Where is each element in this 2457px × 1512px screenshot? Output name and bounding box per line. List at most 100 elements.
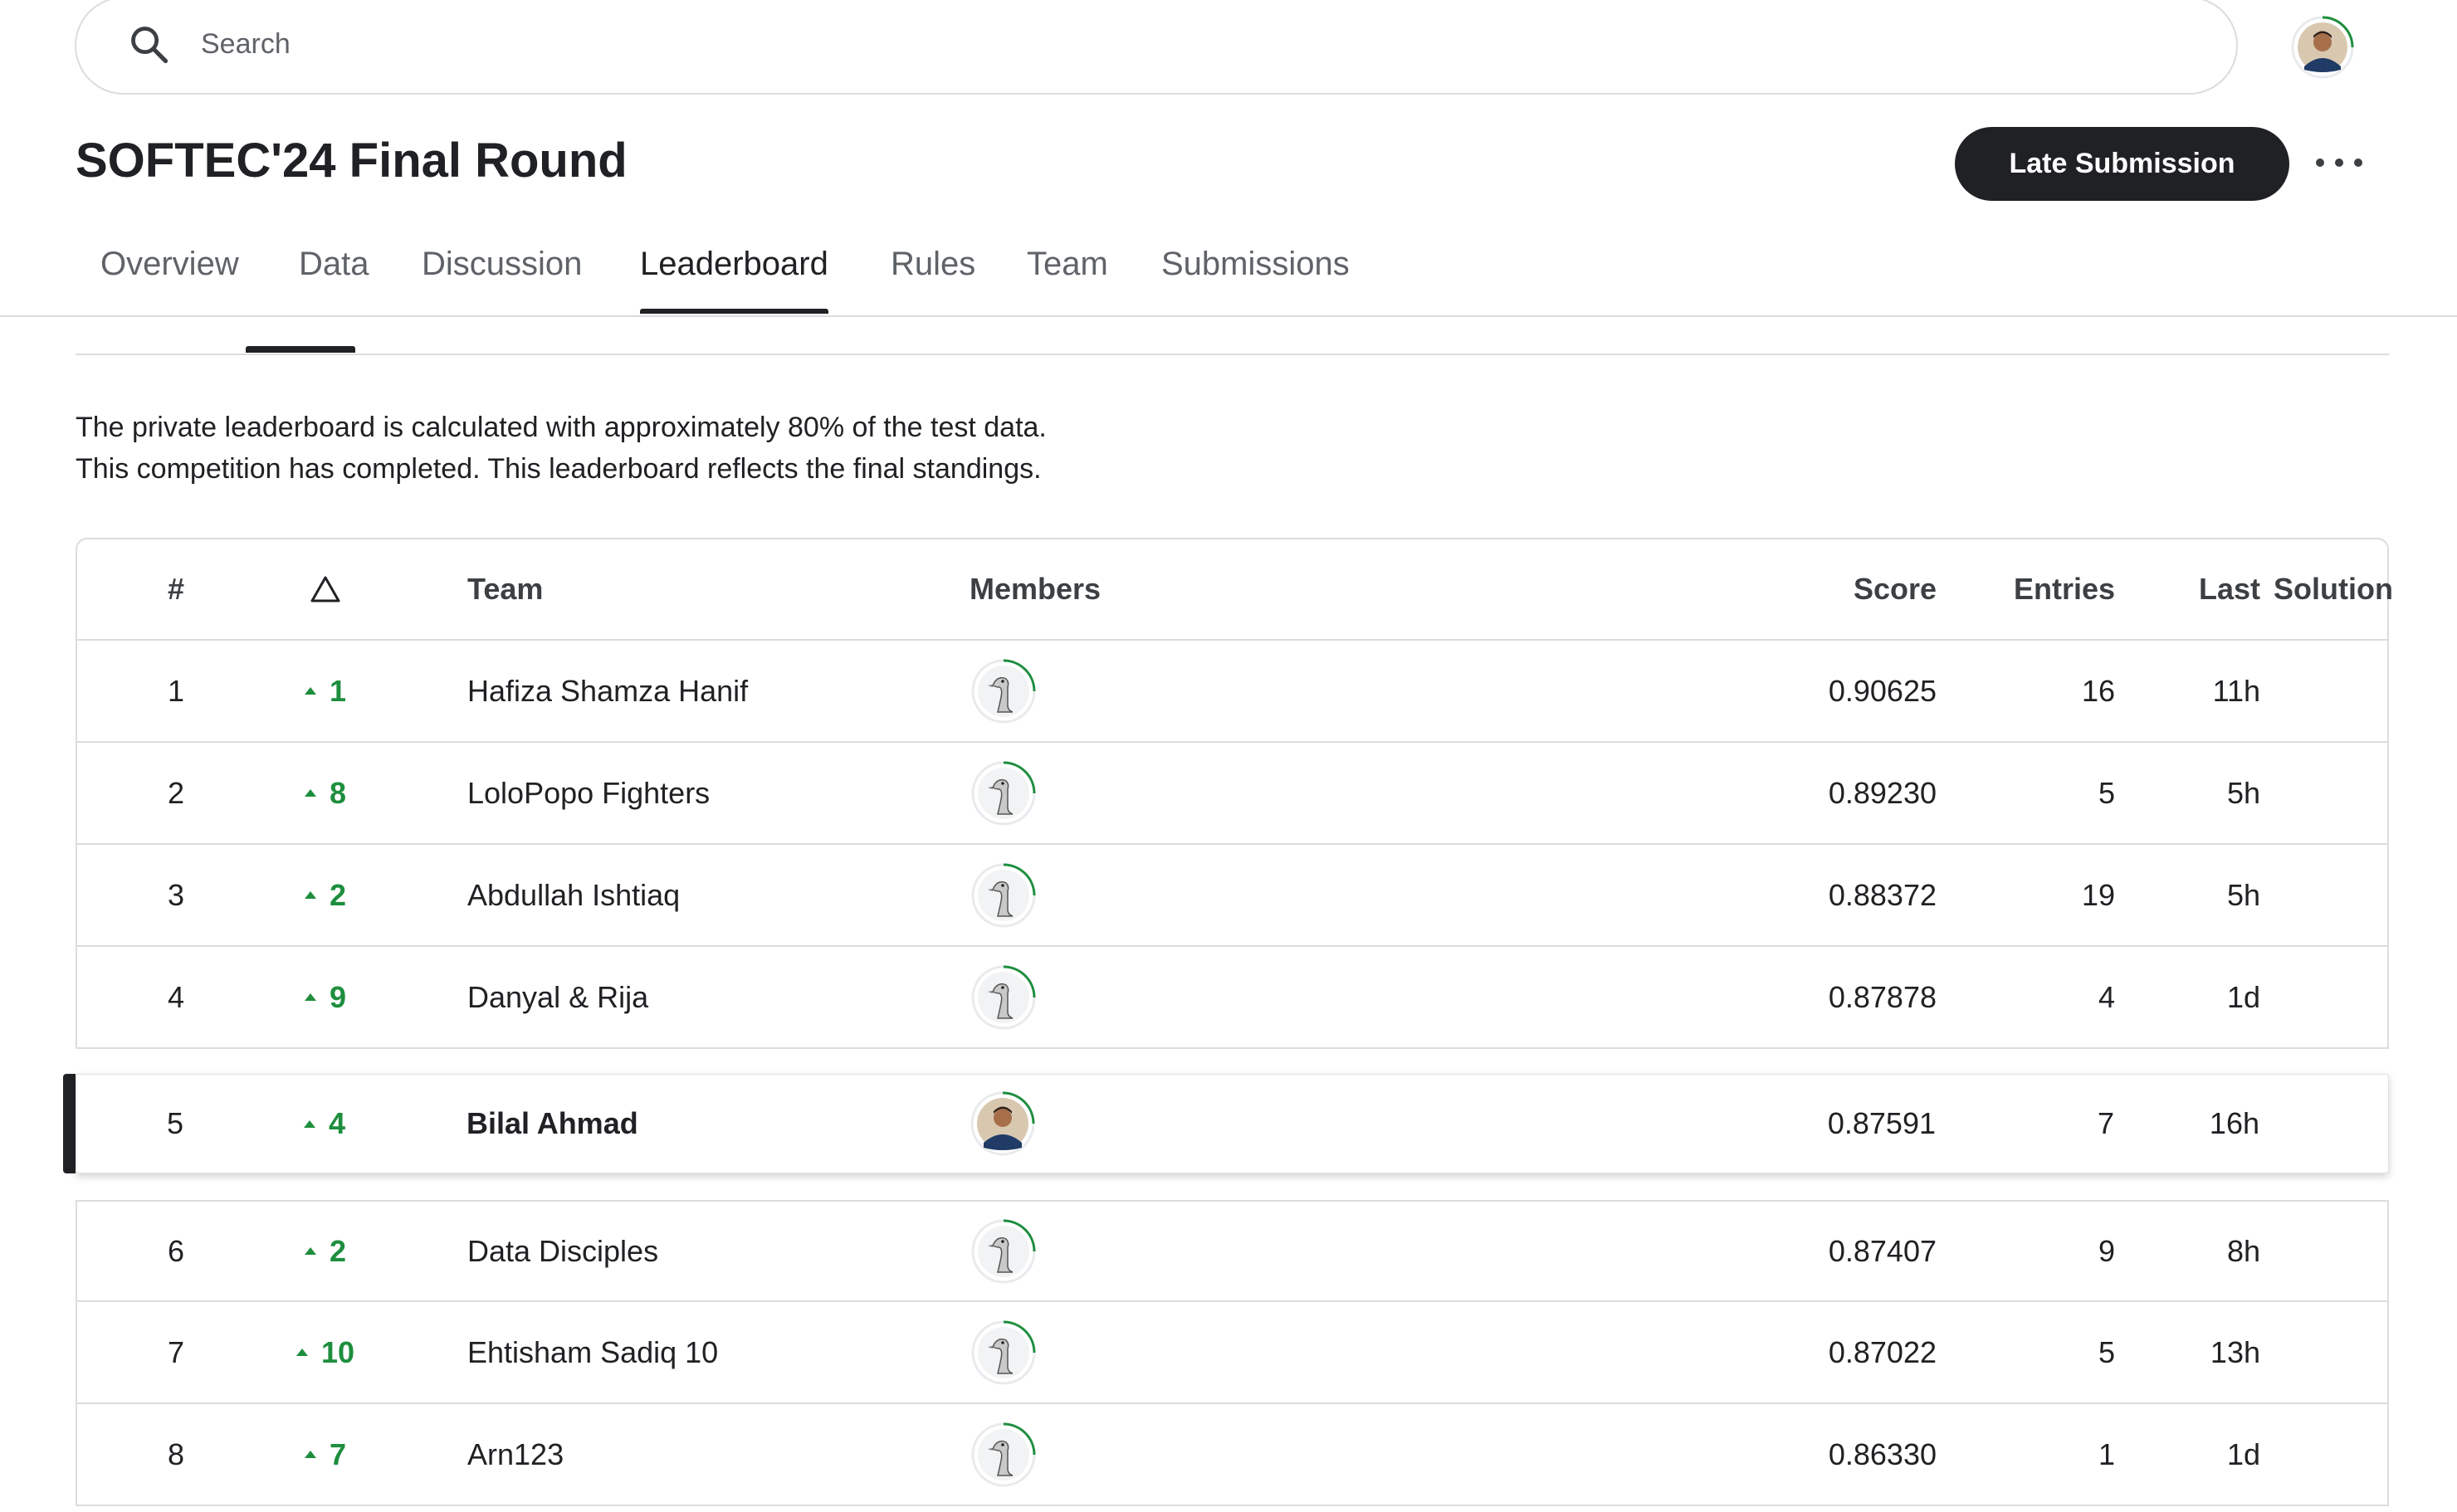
row-rank: 2 — [167, 775, 185, 810]
row-score: 0.88372 — [1828, 877, 1937, 912]
tab-leaderboard[interactable]: Leaderboard — [640, 241, 828, 314]
triangle-up-icon — [304, 891, 316, 899]
row-delta: 4 — [250, 1075, 399, 1173]
tab-overview[interactable]: Overview — [100, 241, 239, 314]
row-delta-value: 2 — [329, 1233, 347, 1268]
triangle-up-icon — [304, 1451, 316, 1458]
row-members — [970, 641, 1038, 741]
tab-data[interactable]: Data — [299, 241, 369, 314]
row-delta-value: 8 — [329, 775, 347, 810]
member-avatar[interactable] — [970, 1319, 1038, 1387]
member-avatar[interactable] — [970, 861, 1038, 929]
more-options-icon[interactable] — [2316, 146, 2362, 179]
row-team-name[interactable]: Hafiza Shamza Hanif — [467, 641, 748, 741]
row-members — [969, 1075, 1037, 1173]
triangle-up-icon — [303, 1119, 315, 1128]
row-solution — [2227, 845, 2393, 945]
search-bar[interactable]: Search — [75, 0, 2238, 95]
row-entries: 5 — [2098, 1334, 2115, 1369]
row-members — [970, 743, 1038, 843]
row-score: 0.89230 — [1828, 775, 1937, 810]
info-line-private: The private leaderboard is calculated wi… — [76, 412, 1047, 443]
search-icon — [131, 27, 169, 64]
table-row[interactable]: 3 2 Abdullah Ishtiaq 0.88372 19 5h — [76, 845, 2389, 947]
user-avatar[interactable] — [2290, 15, 2355, 80]
header-rank[interactable]: # — [118, 539, 234, 639]
member-avatar[interactable] — [970, 1217, 1038, 1285]
table-row[interactable]: 4 9 Danyal & Rija 0.87878 4 1d — [76, 947, 2389, 1049]
member-avatar[interactable] — [970, 963, 1038, 1032]
row-delta: 9 — [251, 947, 400, 1047]
triangle-up-icon — [304, 789, 316, 797]
row-score: 0.87407 — [1828, 1233, 1937, 1268]
triangle-up-icon — [296, 1349, 308, 1356]
current-user-indicator — [63, 1074, 76, 1173]
row-solution — [2227, 641, 2393, 741]
row-entries: 5 — [2098, 775, 2115, 810]
leaderboard-info: The private leaderboard is calculated wi… — [76, 407, 1047, 490]
row-rank: 4 — [167, 979, 185, 1014]
table-row[interactable]: 6 2 Data Disciples 0.87407 9 8h — [76, 1200, 2389, 1302]
row-entries: 4 — [2098, 979, 2115, 1014]
info-line-completed: This competition has completed. This lea… — [76, 453, 1042, 485]
row-team-name[interactable]: Abdullah Ishtiaq — [467, 845, 680, 945]
row-rank: 3 — [167, 877, 185, 912]
row-members — [970, 1302, 1038, 1402]
table-row[interactable]: 2 8 LoloPopo Fighters 0.89230 5 5h — [76, 743, 2389, 845]
header-solution: Solution — [2274, 572, 2393, 606]
row-team-name[interactable]: Danyal & Rija — [467, 947, 648, 1047]
table-row-current-user[interactable]: 5 4 Bilal Ahmad 0.87591 7 16h — [76, 1074, 2389, 1173]
delta-triangle-icon — [310, 576, 340, 602]
table-header: # Team Members Score Entries Last Soluti… — [76, 538, 2393, 641]
row-team-name[interactable]: Bilal Ahmad — [466, 1075, 638, 1173]
triangle-up-icon — [304, 1247, 316, 1255]
row-team-name[interactable]: Arn123 — [467, 1404, 564, 1505]
row-rank: 1 — [167, 673, 185, 708]
subtab-divider — [76, 354, 2389, 355]
row-delta-value: 2 — [329, 877, 347, 912]
row-rank: 7 — [167, 1334, 185, 1369]
triangle-up-icon — [304, 687, 316, 695]
row-entries: 19 — [2081, 877, 2115, 912]
triangle-up-icon — [304, 993, 316, 1001]
header-delta[interactable] — [251, 539, 400, 639]
row-rank: 8 — [167, 1436, 185, 1471]
member-avatar[interactable] — [970, 759, 1038, 827]
late-submission-button[interactable]: Late Submission — [1955, 127, 2289, 201]
row-members — [970, 1404, 1038, 1505]
table-row[interactable]: 7 10 Ehtisham Sadiq 10 0.87022 5 13h — [76, 1302, 2389, 1404]
row-team-name[interactable]: Ehtisham Sadiq 10 — [467, 1302, 718, 1402]
tab-team[interactable]: Team — [1027, 241, 1108, 314]
header-members: Members — [970, 572, 1101, 606]
tab-submissions[interactable]: Submissions — [1161, 241, 1350, 314]
row-delta-value: 10 — [320, 1334, 355, 1369]
member-avatar[interactable] — [969, 1090, 1037, 1158]
row-solution — [2227, 1404, 2393, 1505]
header-team[interactable]: Team — [467, 539, 543, 639]
row-members — [970, 947, 1038, 1047]
row-score: 0.90625 — [1828, 673, 1937, 708]
header-entries[interactable]: Entries — [1970, 539, 2115, 639]
row-score: 0.86330 — [1828, 1436, 1937, 1471]
row-team-name[interactable]: LoloPopo Fighters — [467, 743, 710, 843]
row-team-name[interactable]: Data Disciples — [467, 1202, 658, 1300]
member-avatar[interactable] — [970, 1421, 1038, 1489]
row-score: 0.87878 — [1828, 979, 1937, 1014]
row-delta: 1 — [251, 641, 400, 741]
table-row[interactable]: 8 7 Arn123 0.86330 1 1d — [76, 1404, 2389, 1506]
tab-rules[interactable]: Rules — [891, 241, 975, 314]
row-solution — [2227, 1302, 2393, 1402]
subtab-active-indicator — [246, 346, 355, 353]
row-delta-value: 1 — [329, 673, 347, 708]
row-entries: 16 — [2081, 673, 2115, 708]
row-solution — [2226, 1075, 2392, 1173]
row-entries: 1 — [2098, 1436, 2115, 1471]
row-solution — [2227, 743, 2393, 843]
tab-discussion[interactable]: Discussion — [422, 241, 582, 314]
header-score[interactable]: Score — [1571, 539, 1937, 639]
member-avatar[interactable] — [970, 657, 1038, 725]
row-score: 0.87022 — [1828, 1334, 1937, 1369]
table-row[interactable]: 1 1 Hafiza Shamza Hanif 0.90625 16 11h — [76, 641, 2389, 743]
search-input[interactable]: Search — [201, 28, 291, 61]
row-members — [970, 845, 1038, 945]
